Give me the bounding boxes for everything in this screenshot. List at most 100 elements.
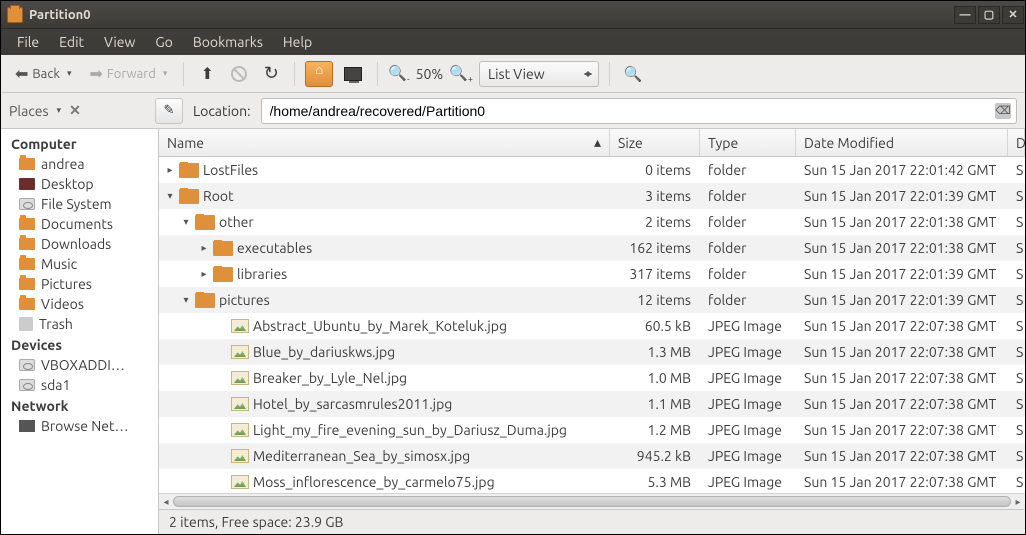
file-type: folder — [700, 240, 796, 256]
menu-go[interactable]: Go — [145, 31, 182, 53]
file-size: 12 items — [610, 292, 700, 308]
home-button[interactable]: ⌂ — [305, 61, 333, 87]
menu-edit[interactable]: Edit — [49, 31, 94, 53]
file-date: Sun 15 Jan 2017 22:01:39 GMT — [796, 188, 1008, 204]
expander-icon[interactable]: ▸ — [165, 164, 175, 176]
view-mode-select[interactable]: List View — [479, 61, 599, 87]
sidebar-item[interactable]: Pictures — [1, 274, 158, 294]
menu-bookmarks[interactable]: Bookmarks — [183, 31, 273, 53]
sort-asc-icon: ▴ — [594, 134, 601, 151]
search-button[interactable]: 🔍 — [620, 61, 646, 87]
image-icon — [231, 345, 249, 359]
expander-icon[interactable]: ▸ — [199, 242, 209, 254]
sidebar-item-label: File System — [41, 196, 112, 212]
sidebar-item[interactable]: sda1 — [1, 375, 158, 395]
reload-icon: ↻ — [264, 63, 279, 84]
zoom-in-button[interactable]: 🔍+ — [449, 64, 473, 84]
menu-file[interactable]: File — [7, 31, 49, 53]
location-input[interactable] — [261, 98, 1017, 124]
forward-button[interactable]: ➡ Forward ▾ — [84, 62, 174, 86]
minimize-button[interactable]: — — [954, 6, 976, 24]
zoom-out-button[interactable]: 🔍- — [388, 64, 409, 84]
file-row[interactable]: Blue_by_dariuskws.jpg1.3 MBJPEG ImageSun… — [159, 339, 1025, 365]
close-places-button[interactable]: ✕ — [69, 102, 81, 119]
sidebar-item[interactable]: VBOXADDI… — [1, 355, 158, 375]
sidebar-group-title: Network — [1, 395, 158, 416]
expander-icon[interactable]: ▾ — [181, 294, 191, 306]
sidebar-item[interactable]: Documents — [1, 214, 158, 234]
chevron-down-icon: ▾ — [67, 68, 72, 79]
sidebar-item[interactable]: File System — [1, 194, 158, 214]
maximize-button[interactable]: ▢ — [978, 6, 1000, 24]
sidebar-item[interactable]: Browse Net… — [1, 416, 158, 436]
back-label: Back — [32, 67, 60, 81]
file-row[interactable]: Light_my_fire_evening_sun_by_Dariusz_Dum… — [159, 417, 1025, 443]
file-list[interactable]: ▸ LostFiles 0 items folder Sun 15 Jan 2017 2… — [159, 157, 1025, 493]
expander-icon[interactable]: ▸ — [199, 268, 209, 280]
file-row[interactable]: ▾other2 itemsfolderSun 15 Jan 2017 22:01… — [159, 209, 1025, 235]
file-row[interactable]: Mediterranean_Sea_by_simosx.jpg945.2 kBJ… — [159, 443, 1025, 469]
file-extra: S — [1008, 474, 1025, 490]
stop-button[interactable] — [226, 61, 252, 87]
expander-icon[interactable]: ▾ — [165, 190, 175, 202]
file-name: libraries — [237, 266, 287, 282]
file-row[interactable]: ▸executables162 itemsfolderSun 15 Jan 20… — [159, 235, 1025, 261]
forward-label: Forward — [107, 67, 156, 81]
expander-icon[interactable]: ▾ — [181, 216, 191, 228]
file-name: Root — [203, 188, 234, 204]
menu-view[interactable]: View — [94, 31, 145, 53]
scroll-right-icon[interactable]: ▸ — [1011, 494, 1025, 510]
file-extra: S — [1008, 370, 1025, 386]
image-icon — [231, 423, 249, 437]
sidebar-item[interactable]: andrea — [1, 154, 158, 174]
scrollbar-thumb[interactable] — [173, 496, 1011, 507]
column-name[interactable]: Name▴ — [159, 129, 610, 156]
file-size: 0 items — [610, 162, 700, 178]
file-row[interactable]: Abstract_Ubuntu_by_Marek_Koteluk.jpg60.5… — [159, 313, 1025, 339]
file-row[interactable]: ▸LostFiles0 itemsfolderSun 15 Jan 2017 2… — [159, 157, 1025, 183]
file-size: 3 items — [610, 188, 700, 204]
up-button[interactable]: ⬆ — [194, 61, 220, 87]
back-button[interactable]: ⬅ Back ▾ — [9, 62, 78, 86]
titlebar[interactable]: Partition0 — ▢ ✕ — [1, 1, 1025, 29]
sidebar: ComputerandreaDesktopFile SystemDocument… — [1, 129, 159, 534]
sidebar-item[interactable]: Music — [1, 254, 158, 274]
file-row[interactable]: Moss_inflorescence_by_carmelo75.jpg5.3 M… — [159, 469, 1025, 493]
sidebar-item[interactable]: Videos — [1, 294, 158, 314]
chevron-down-icon[interactable]: ▾ — [57, 105, 62, 116]
file-type: JPEG Image — [700, 448, 796, 464]
file-row[interactable]: Hotel_by_sarcasmrules2011.jpg1.1 MBJPEG … — [159, 391, 1025, 417]
arrow-left-icon: ⬅ — [15, 66, 28, 82]
column-size[interactable]: Size — [610, 129, 700, 156]
column-date[interactable]: Date Modified — [796, 129, 1008, 156]
file-name: Breaker_by_Lyle_Nel.jpg — [253, 370, 407, 386]
home-icon: ⌂ — [306, 62, 332, 77]
file-date: Sun 15 Jan 2017 22:07:38 GMT — [796, 448, 1008, 464]
sidebar-item[interactable]: Trash — [1, 314, 158, 334]
folder-icon — [19, 298, 35, 310]
scroll-left-icon[interactable]: ◂ — [159, 494, 173, 510]
edit-location-button[interactable]: ✎ — [155, 98, 183, 124]
file-size: 1.3 MB — [610, 344, 700, 360]
file-extra: S — [1008, 396, 1025, 412]
file-date: Sun 15 Jan 2017 22:07:38 GMT — [796, 370, 1008, 386]
file-row[interactable]: ▾pictures12 itemsfolderSun 15 Jan 2017 2… — [159, 287, 1025, 313]
sidebar-item-label: Downloads — [41, 236, 111, 252]
folder-icon — [19, 158, 35, 170]
file-row[interactable]: ▾Root3 itemsfolderSun 15 Jan 2017 22:01:… — [159, 183, 1025, 209]
horizontal-scrollbar[interactable]: ◂ ▸ — [159, 493, 1025, 509]
file-row[interactable]: ▸libraries317 itemsfolderSun 15 Jan 2017… — [159, 261, 1025, 287]
sidebar-item[interactable]: Downloads — [1, 234, 158, 254]
clear-location-button[interactable]: ⌫ — [995, 103, 1011, 119]
column-type[interactable]: Type — [700, 129, 796, 156]
file-extra: S — [1008, 292, 1025, 308]
sidebar-group-title: Devices — [1, 334, 158, 355]
menu-help[interactable]: Help — [273, 31, 322, 53]
reload-button[interactable]: ↻ — [258, 61, 284, 87]
close-button[interactable]: ✕ — [1002, 6, 1024, 24]
file-name: LostFiles — [203, 162, 258, 178]
file-row[interactable]: Breaker_by_Lyle_Nel.jpg1.0 MBJPEG ImageS… — [159, 365, 1025, 391]
sidebar-item[interactable]: Desktop — [1, 174, 158, 194]
column-extra[interactable]: D — [1008, 129, 1025, 156]
computer-button[interactable] — [339, 61, 367, 87]
